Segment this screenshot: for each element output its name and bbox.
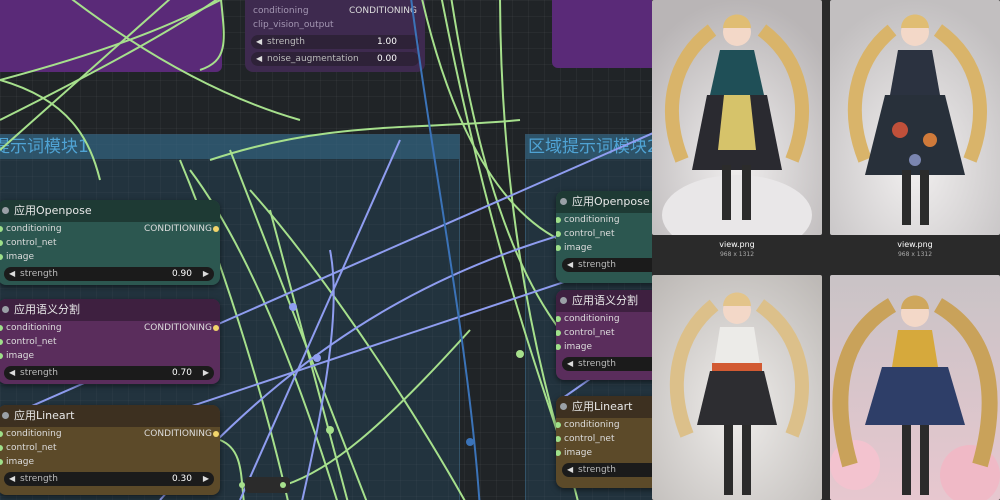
image-filename: view.png (719, 240, 755, 249)
node-apply-segmentation-2[interactable]: 应用语义分割 conditioning control_net image ◀ s… (556, 290, 652, 380)
input-image[interactable]: image (556, 446, 652, 460)
input-conditioning[interactable]: conditioning CONDITIONING (0, 321, 220, 335)
node-canvas[interactable]: conditioning CONDITIONING clip_vision_ou… (0, 0, 652, 500)
arrow-left-icon[interactable]: ◀ (567, 463, 573, 477)
reroute-node (313, 354, 321, 362)
wire (0, 0, 171, 151)
input-conditioning[interactable]: conditioning (556, 312, 652, 326)
character-image (652, 0, 822, 235)
arrow-right-icon[interactable]: ▶ (203, 366, 209, 380)
wire (0, 0, 218, 121)
character-image (652, 275, 822, 500)
input-control-net[interactable]: control_net (0, 441, 220, 455)
input-conditioning[interactable]: conditioning (556, 213, 652, 227)
strength-slider[interactable]: ◀ strength (562, 463, 652, 477)
node-apply-openpose[interactable]: 应用Openpose conditioning CONDITIONING cont… (0, 200, 220, 285)
node-apply-openpose-2[interactable]: 应用Openpose conditioning control_net imag… (556, 191, 652, 283)
input-image[interactable]: image (0, 455, 220, 469)
node-apply-lineart-2[interactable]: 应用Lineart conditioning control_net image… (556, 396, 652, 488)
gallery-image-4[interactable] (830, 275, 1000, 500)
strength-slider[interactable]: ◀ strength (562, 258, 652, 272)
image-filename: view.png (897, 240, 933, 249)
reroute-node (326, 426, 334, 434)
character-image (830, 275, 1000, 500)
arrow-right-icon[interactable]: ▶ (203, 472, 209, 486)
image-dimensions: 968 x 1312 (719, 251, 755, 258)
input-conditioning[interactable]: conditioning (556, 418, 652, 432)
image-gallery: view.png 968 x 1312 view.png 968 x 1312 (652, 0, 1000, 500)
arrow-left-icon[interactable]: ◀ (9, 472, 15, 486)
reroute-node (239, 482, 245, 488)
node-title[interactable]: 应用Lineart (556, 396, 652, 418)
character-image (830, 0, 1000, 235)
input-image[interactable]: image (556, 340, 652, 354)
wire (450, 0, 561, 331)
node-title[interactable]: 应用Openpose (0, 200, 220, 222)
input-conditioning[interactable]: conditioning CONDITIONING (0, 222, 220, 236)
input-control-net[interactable]: control_net (556, 227, 652, 241)
gallery-image-2[interactable] (830, 0, 1000, 235)
wire (209, 119, 521, 161)
strength-slider[interactable]: ◀ strength 0.30 ▶ (4, 472, 214, 486)
input-control-net[interactable]: control_net (0, 335, 220, 349)
wire (219, 439, 245, 500)
arrow-left-icon[interactable]: ◀ (567, 258, 573, 272)
input-control-net[interactable]: control_net (556, 432, 652, 446)
image-dimensions: 968 x 1312 (897, 251, 933, 258)
reroute-node (280, 482, 286, 488)
gallery-image-1[interactable] (652, 0, 822, 235)
wire (199, 0, 225, 71)
reroute-node (289, 303, 297, 311)
node-title[interactable]: 应用Openpose (556, 191, 652, 213)
node-apply-lineart[interactable]: 应用Lineart conditioning CONDITIONING contr… (0, 405, 220, 495)
node-apply-segmentation[interactable]: 应用语义分割 conditioning CONDITIONING control_… (0, 299, 220, 384)
strength-slider[interactable]: ◀ strength 0.90 ▶ (4, 267, 214, 281)
image-caption-2: view.png 968 x 1312 (830, 240, 1000, 258)
input-image[interactable]: image (0, 250, 220, 264)
image-caption-1: view.png 968 x 1312 (652, 240, 822, 258)
input-image[interactable]: image (556, 241, 652, 255)
reroute-node (516, 350, 524, 358)
wire (71, 0, 301, 121)
node-title[interactable]: 应用语义分割 (556, 290, 652, 312)
arrow-left-icon[interactable]: ◀ (567, 357, 573, 371)
strength-slider[interactable]: ◀ strength 0.70 ▶ (4, 366, 214, 380)
strength-slider[interactable]: ◀ strength (562, 357, 652, 371)
node-title[interactable]: 应用Lineart (0, 405, 220, 427)
node-title[interactable]: 应用语义分割 (0, 299, 220, 321)
arrow-left-icon[interactable]: ◀ (9, 267, 15, 281)
comfyui-workspace: conditioning CONDITIONING clip_vision_ou… (0, 0, 1000, 500)
arrow-right-icon[interactable]: ▶ (203, 267, 209, 281)
reroute-node (466, 438, 474, 446)
input-control-net[interactable]: control_net (556, 326, 652, 340)
input-image[interactable]: image (0, 349, 220, 363)
gallery-image-3[interactable] (652, 275, 822, 500)
arrow-left-icon[interactable]: ◀ (9, 366, 15, 380)
input-conditioning[interactable]: conditioning CONDITIONING (0, 427, 220, 441)
input-control-net[interactable]: control_net (0, 236, 220, 250)
